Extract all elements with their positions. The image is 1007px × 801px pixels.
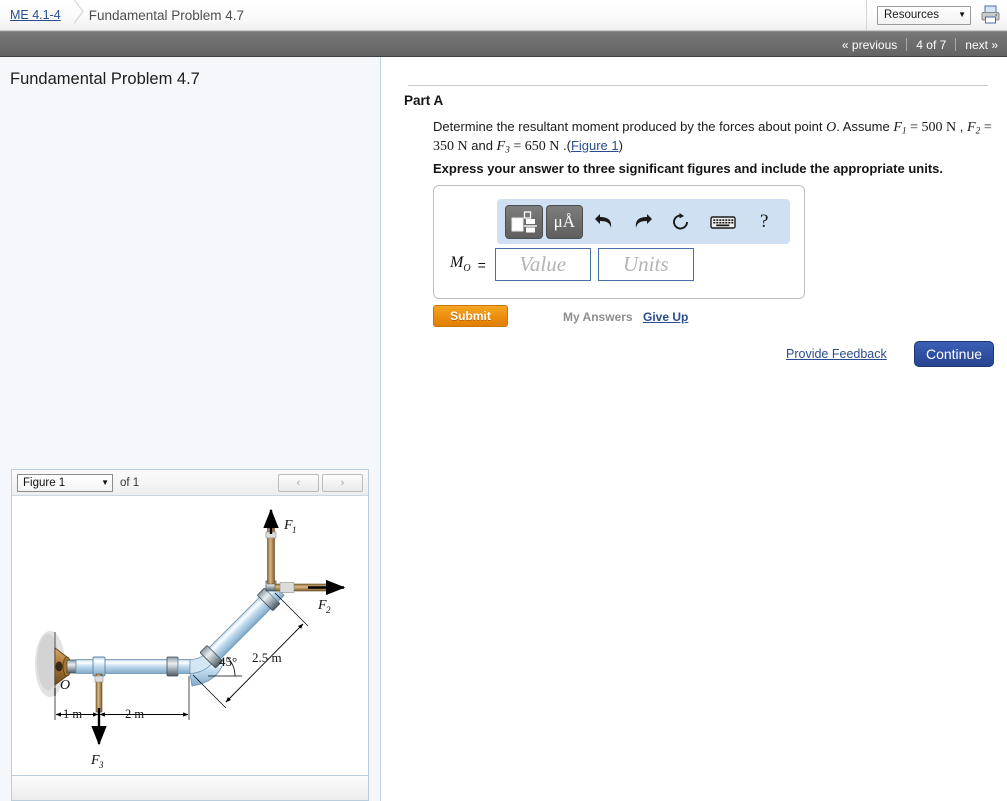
- figure-panel-footer: [12, 776, 368, 800]
- statement-and: and: [467, 137, 497, 153]
- figure-next-button[interactable]: ›: [322, 473, 363, 492]
- next-button[interactable]: next »: [956, 38, 1007, 52]
- figure-angle-45: 45°: [219, 654, 237, 669]
- pipe-assembly-diagram: F 1 F 2 F 3 O 1 m 2 m 45° 2.5 m: [35, 508, 346, 770]
- breadcrumb: ME 4.1-4 Fundamental Problem 4.7: [10, 0, 244, 30]
- value-placeholder: Value: [519, 252, 567, 276]
- redo-icon: [635, 213, 652, 228]
- reset-button[interactable]: [663, 205, 699, 239]
- figure-dim-2p5m: 2.5 m: [252, 650, 282, 665]
- page-title: Fundamental Problem 4.7: [10, 70, 200, 88]
- figure-label-origin: O: [60, 678, 70, 693]
- statement-f1-value: = 500 N: [906, 120, 957, 135]
- answer-entry-box: μÅ ? MO = Value Units: [433, 185, 805, 299]
- chevron-down-icon: ▼: [101, 478, 109, 487]
- top-bar: ME 4.1-4 Fundamental Problem 4.7 Resourc…: [0, 0, 1007, 31]
- continue-button[interactable]: Continue: [914, 341, 994, 367]
- problem-statement: Determine the resultant moment produced …: [433, 119, 995, 156]
- previous-button[interactable]: « previous: [833, 38, 906, 52]
- math-template-button[interactable]: [505, 204, 543, 239]
- printer-icon[interactable]: [979, 3, 1003, 27]
- keyboard-button[interactable]: [702, 205, 744, 239]
- figure-image[interactable]: F 1 F 2 F 3 O 1 m 2 m 45° 2.5 m: [12, 496, 368, 776]
- equals-sign: =: [477, 256, 486, 273]
- statement-f1: F: [893, 120, 902, 135]
- statement-f2: F: [967, 120, 976, 135]
- reset-icon: [673, 212, 689, 229]
- undo-icon: [594, 213, 612, 228]
- statement-dot: .(: [559, 137, 571, 153]
- submit-button[interactable]: Submit: [433, 305, 508, 327]
- help-icon: ?: [759, 210, 769, 232]
- statement-close-paren: ): [618, 137, 623, 153]
- figure-panel-header: Figure 1 ▼ of 1 ‹ ›: [12, 470, 368, 496]
- math-template-icon: [511, 210, 537, 232]
- statement-text-2: . Assume: [836, 119, 894, 134]
- resources-dropdown[interactable]: Resources ▼: [877, 5, 971, 25]
- figure-panel: Figure 1 ▼ of 1 ‹ › F 1 F 2 F 3 O 1 m 2 …: [11, 469, 369, 801]
- page-counter: 4 of 7: [916, 37, 947, 52]
- figure-select-dropdown[interactable]: Figure 1 ▼: [17, 473, 113, 492]
- units-symbol-label: μÅ: [553, 211, 576, 231]
- figure-nav: ‹ ›: [278, 473, 363, 492]
- top-bar-actions: Resources ▼: [866, 0, 1007, 30]
- pagination-controls: « previous 4 of 7 next »: [833, 32, 1007, 57]
- figure-dim-2m: 2 m: [125, 707, 144, 721]
- breadcrumb-current: Fundamental Problem 4.7: [88, 7, 245, 23]
- units-symbol-button[interactable]: μÅ: [545, 204, 584, 239]
- main-content: Part A Determine the resultant moment pr…: [382, 57, 1007, 801]
- answer-variable-subscript: O: [463, 263, 471, 275]
- give-up-link[interactable]: Give Up: [643, 310, 688, 324]
- answer-variable-label: MO: [450, 254, 471, 274]
- math-toolbar: μÅ ?: [497, 199, 790, 244]
- help-button[interactable]: ?: [746, 205, 782, 239]
- statement-point-o: O: [826, 120, 837, 135]
- figure-count-label: of 1: [120, 476, 140, 489]
- redo-button[interactable]: [625, 205, 661, 239]
- pagination-bar: « previous 4 of 7 next »: [0, 31, 1007, 57]
- value-input[interactable]: Value: [494, 248, 591, 281]
- chevron-down-icon: ▼: [958, 10, 966, 19]
- figure-1-link[interactable]: Figure 1: [571, 138, 619, 153]
- answer-variable-m: M: [450, 254, 464, 272]
- statement-f3-value: = 650 N: [509, 138, 560, 154]
- figure-prev-button[interactable]: ‹: [278, 473, 319, 492]
- statement-f3: F: [496, 138, 506, 154]
- figure-label-f3-sub: 3: [98, 760, 104, 770]
- statement-text-1: Determine the resultant moment produced …: [433, 119, 827, 134]
- figure-label-f1-sub: 1: [292, 525, 297, 535]
- provide-feedback-link[interactable]: Provide Feedback: [786, 347, 887, 361]
- breadcrumb-link-course[interactable]: ME 4.1-4: [10, 8, 61, 22]
- units-input[interactable]: Units: [597, 248, 694, 281]
- breadcrumb-separator-icon: [61, 0, 89, 30]
- left-panel: Fundamental Problem 4.7 Figure 1 ▼ of 1 …: [0, 57, 381, 801]
- undo-button[interactable]: [586, 205, 622, 239]
- figure-select-label: Figure 1: [23, 476, 66, 489]
- units-placeholder: Units: [622, 252, 669, 276]
- answer-row: MO = Value Units: [450, 248, 694, 281]
- keyboard-icon: [709, 215, 736, 229]
- figure-label-f2-sub: 2: [326, 605, 331, 615]
- part-heading: Part A: [404, 93, 444, 108]
- my-answers-link[interactable]: My Answers: [563, 310, 633, 324]
- statement-comma: ,: [956, 119, 967, 134]
- answer-instruction: Express your answer to three significant…: [433, 161, 943, 176]
- content-divider: [408, 85, 988, 86]
- figure-dim-1m: 1 m: [63, 707, 82, 721]
- resources-dropdown-label: Resources: [884, 9, 939, 21]
